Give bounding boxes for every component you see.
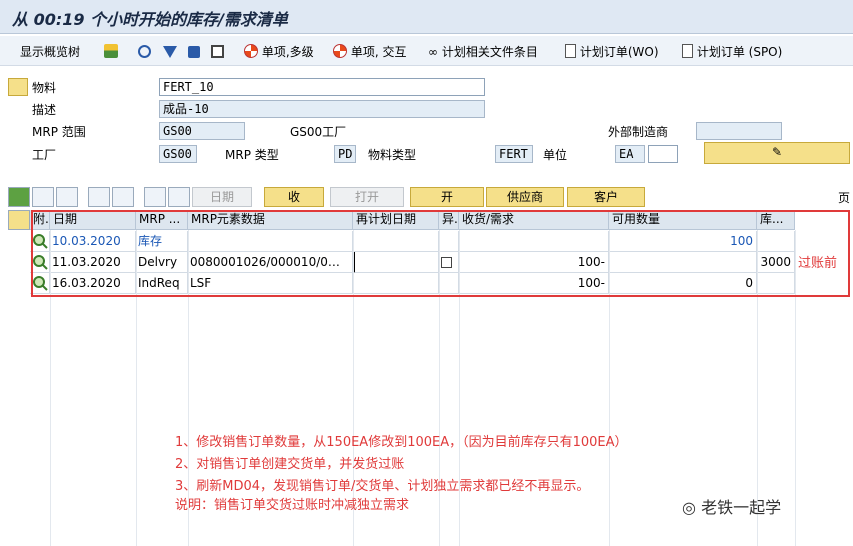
note-line-2: 2、对销售订单创建交货单，并发货过账 bbox=[175, 457, 405, 472]
page-label: 页 bbox=[838, 191, 851, 205]
planned-order-spo-label: 计划订单 (SPO) bbox=[696, 45, 783, 59]
material-type-label: 物料类型 bbox=[368, 148, 417, 162]
note-line-1: 1、修改销售订单数量，从150EA修改到100EA，（因为目前库存只有100EA… bbox=[175, 435, 628, 450]
document-icon bbox=[682, 44, 693, 58]
planning-docs-label: 计划相关文件条目 bbox=[441, 45, 538, 59]
planned-order-wo-label: 计划订单(WO) bbox=[579, 45, 659, 59]
mountain-icon[interactable] bbox=[104, 43, 118, 61]
refresh-icon[interactable] bbox=[138, 43, 151, 61]
pencil-icon[interactable] bbox=[56, 187, 78, 207]
single-multilevel-label: 单项,多级 bbox=[261, 45, 314, 59]
mrp-area-text: GS00工厂 bbox=[290, 125, 347, 139]
title-bar: 从 00:19 个小时开始的库存/需求清单 bbox=[0, 0, 853, 34]
material-type-field: FERT bbox=[495, 145, 533, 163]
layout-icon[interactable] bbox=[211, 43, 224, 61]
sum-icon[interactable] bbox=[8, 187, 30, 207]
page-title: 从 00:19 个小时开始的库存/需求清单 bbox=[12, 10, 288, 29]
filter-icon[interactable] bbox=[163, 43, 177, 61]
planning-docs-button[interactable]: ∞ 计划相关文件条目 bbox=[428, 43, 538, 61]
note-line-4: 说明：销售订单交货过账时冲减独立需求 bbox=[175, 498, 410, 513]
mrp-type-field: PD bbox=[334, 145, 356, 163]
plant-label: 工厂 bbox=[32, 148, 57, 162]
watermark: ◎ 老铁一起学 bbox=[682, 500, 781, 516]
collapse-icon[interactable] bbox=[144, 187, 166, 207]
vendor-button[interactable]: 供应商 bbox=[486, 187, 564, 207]
single-multilevel-button[interactable]: 单项,多级 bbox=[244, 43, 314, 61]
overview-tree-button[interactable]: 显示概览树 bbox=[20, 43, 80, 61]
mrp-type-label: MRP 类型 bbox=[225, 148, 279, 162]
unit-extra-field[interactable] bbox=[648, 145, 678, 163]
mrp-area-label: MRP 范围 bbox=[32, 125, 86, 139]
expand-icon[interactable] bbox=[168, 187, 190, 207]
ball-icon bbox=[333, 44, 347, 58]
unit-field: EA bbox=[615, 145, 645, 163]
hierarchy-icon[interactable] bbox=[88, 187, 110, 207]
single-interactive-label: 单项, 交互 bbox=[350, 45, 407, 59]
document-icon[interactable] bbox=[8, 210, 30, 230]
material-select-icon[interactable] bbox=[8, 78, 28, 96]
description-field: 成品-10 bbox=[159, 100, 485, 118]
watermark-text: 老铁一起学 bbox=[701, 498, 782, 517]
planned-order-wo-button[interactable]: 计划订单(WO) bbox=[565, 43, 659, 61]
single-interactive-button[interactable]: 单项, 交互 bbox=[333, 43, 406, 61]
unit-label: 单位 bbox=[543, 148, 568, 162]
external-manufacturer-field bbox=[696, 122, 782, 140]
open-button[interactable]: 打开 bbox=[330, 187, 404, 207]
mrp-area-field: GS00 bbox=[159, 122, 245, 140]
before-posting-note: 过账前 bbox=[798, 256, 838, 271]
link-icon[interactable] bbox=[32, 187, 54, 207]
external-manufacturer-label: 外部制造商 bbox=[608, 125, 669, 139]
wechat-icon: ◎ bbox=[682, 498, 696, 517]
open2-button[interactable]: 开 bbox=[410, 187, 484, 207]
note-line-3: 3、刷新MD04，发现销售订单/交货单、计划独立需求都已经不再显示。 bbox=[175, 479, 590, 494]
material-field[interactable]: FERT_10 bbox=[159, 78, 485, 96]
plant-field: GS00 bbox=[159, 145, 197, 163]
planned-order-spo-button[interactable]: 计划订单 (SPO) bbox=[682, 43, 782, 61]
material-label: 物料 bbox=[32, 81, 57, 95]
document-icon bbox=[565, 44, 576, 58]
edit-button[interactable]: ✎ bbox=[704, 142, 850, 164]
application-toolbar: 显示概览树 单项,多级 单项, 交互 ∞ 计划相关文件条目 计划订单(WO) 计… bbox=[0, 36, 853, 66]
pin-icon[interactable] bbox=[188, 43, 200, 61]
receive-button[interactable]: 收 bbox=[264, 187, 324, 207]
date-button[interactable]: 日期 bbox=[192, 187, 252, 207]
description-label: 描述 bbox=[32, 103, 57, 117]
link-icon: ∞ bbox=[428, 45, 438, 59]
customer-button[interactable]: 客户 bbox=[567, 187, 645, 207]
pencil-icon: ✎ bbox=[771, 145, 783, 159]
hierarchy-expand-icon[interactable] bbox=[112, 187, 134, 207]
highlight-box bbox=[31, 210, 850, 297]
ball-icon bbox=[244, 44, 258, 58]
